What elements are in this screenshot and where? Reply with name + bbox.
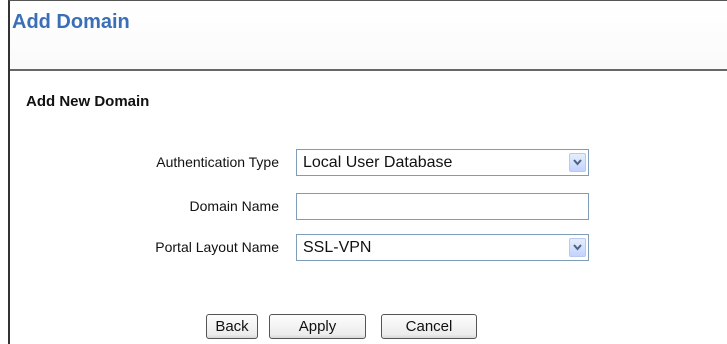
back-button[interactable]: Back <box>206 314 258 339</box>
auth-type-select[interactable]: Local User Database <box>296 149 589 176</box>
portal-layout-value: SSL-VPN <box>303 239 372 256</box>
domain-name-label: Domain Name <box>189 198 279 214</box>
title-bar: Add Domain <box>10 1 727 71</box>
section-title: Add New Domain <box>26 93 150 110</box>
chevron-down-icon[interactable] <box>569 238 586 257</box>
page-title: Add Domain <box>12 11 130 33</box>
cancel-button[interactable]: Cancel <box>381 314 477 339</box>
auth-type-value: Local User Database <box>303 154 453 171</box>
domain-name-input[interactable] <box>296 193 589 220</box>
auth-type-label: Authentication Type <box>156 154 279 170</box>
content-frame: Add Domain Add New Domain Authentication… <box>8 0 727 344</box>
portal-layout-label: Portal Layout Name <box>155 239 279 255</box>
apply-button[interactable]: Apply <box>269 314 366 339</box>
portal-layout-select[interactable]: SSL-VPN <box>296 234 589 261</box>
chevron-down-icon[interactable] <box>569 153 586 172</box>
